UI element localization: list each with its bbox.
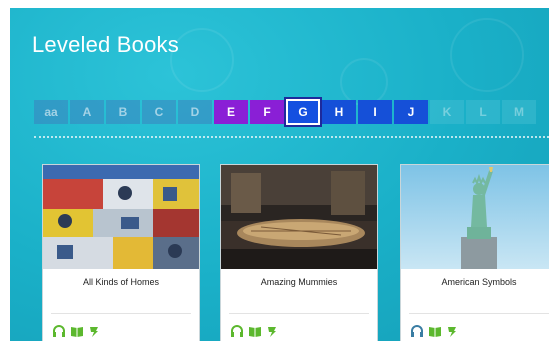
level-button-f[interactable]: F (250, 100, 284, 124)
level-button-m[interactable]: M (502, 100, 536, 124)
book-icon[interactable] (70, 324, 84, 341)
level-button-c[interactable]: C (142, 100, 176, 124)
book-icon[interactable] (248, 324, 262, 341)
level-button-a[interactable]: A (70, 100, 104, 124)
book-icon[interactable] (428, 324, 442, 341)
level-button-j[interactable]: J (394, 100, 428, 124)
dotted-divider (34, 136, 549, 138)
level-button-g[interactable]: G (284, 97, 322, 127)
background-doodle (170, 28, 234, 92)
leveled-books-panel: Leveled Books aa A B C D E F G H I J K L… (10, 8, 549, 341)
book-title[interactable]: American Symbols (401, 277, 549, 287)
container-houses-photo[interactable] (43, 165, 199, 269)
level-filter-bar: aa A B C D E F G H I J K L M (34, 97, 536, 127)
book-card[interactable]: All Kinds of Homes (42, 164, 200, 341)
level-button-b[interactable]: B (106, 100, 140, 124)
book-actions (52, 324, 100, 341)
book-card[interactable]: Amazing Mummies (220, 164, 378, 341)
mummy-museum-photo[interactable] (221, 165, 377, 269)
background-doodle (340, 58, 388, 106)
level-button-aa[interactable]: aa (34, 100, 68, 124)
level-button-k[interactable]: K (430, 100, 464, 124)
quiz-icon[interactable] (446, 324, 458, 341)
card-divider (409, 313, 549, 314)
level-button-h[interactable]: H (322, 100, 356, 124)
headphones-icon[interactable] (230, 324, 244, 341)
headphones-icon[interactable] (52, 324, 66, 341)
book-card[interactable]: American Symbols (400, 164, 549, 341)
level-button-l[interactable]: L (466, 100, 500, 124)
level-button-e[interactable]: E (214, 100, 248, 124)
level-button-i[interactable]: I (358, 100, 392, 124)
background-doodle (450, 18, 524, 92)
quiz-icon[interactable] (88, 324, 100, 341)
quiz-icon[interactable] (266, 324, 278, 341)
book-title[interactable]: Amazing Mummies (221, 277, 377, 287)
book-title[interactable]: All Kinds of Homes (43, 277, 199, 287)
headphones-icon[interactable] (410, 324, 424, 341)
card-divider (51, 313, 191, 314)
page-title: Leveled Books (32, 32, 179, 57)
card-divider (229, 313, 369, 314)
statue-of-liberty-photo[interactable] (401, 165, 549, 269)
book-actions (230, 324, 278, 341)
level-button-d[interactable]: D (178, 100, 212, 124)
book-actions (410, 324, 458, 341)
